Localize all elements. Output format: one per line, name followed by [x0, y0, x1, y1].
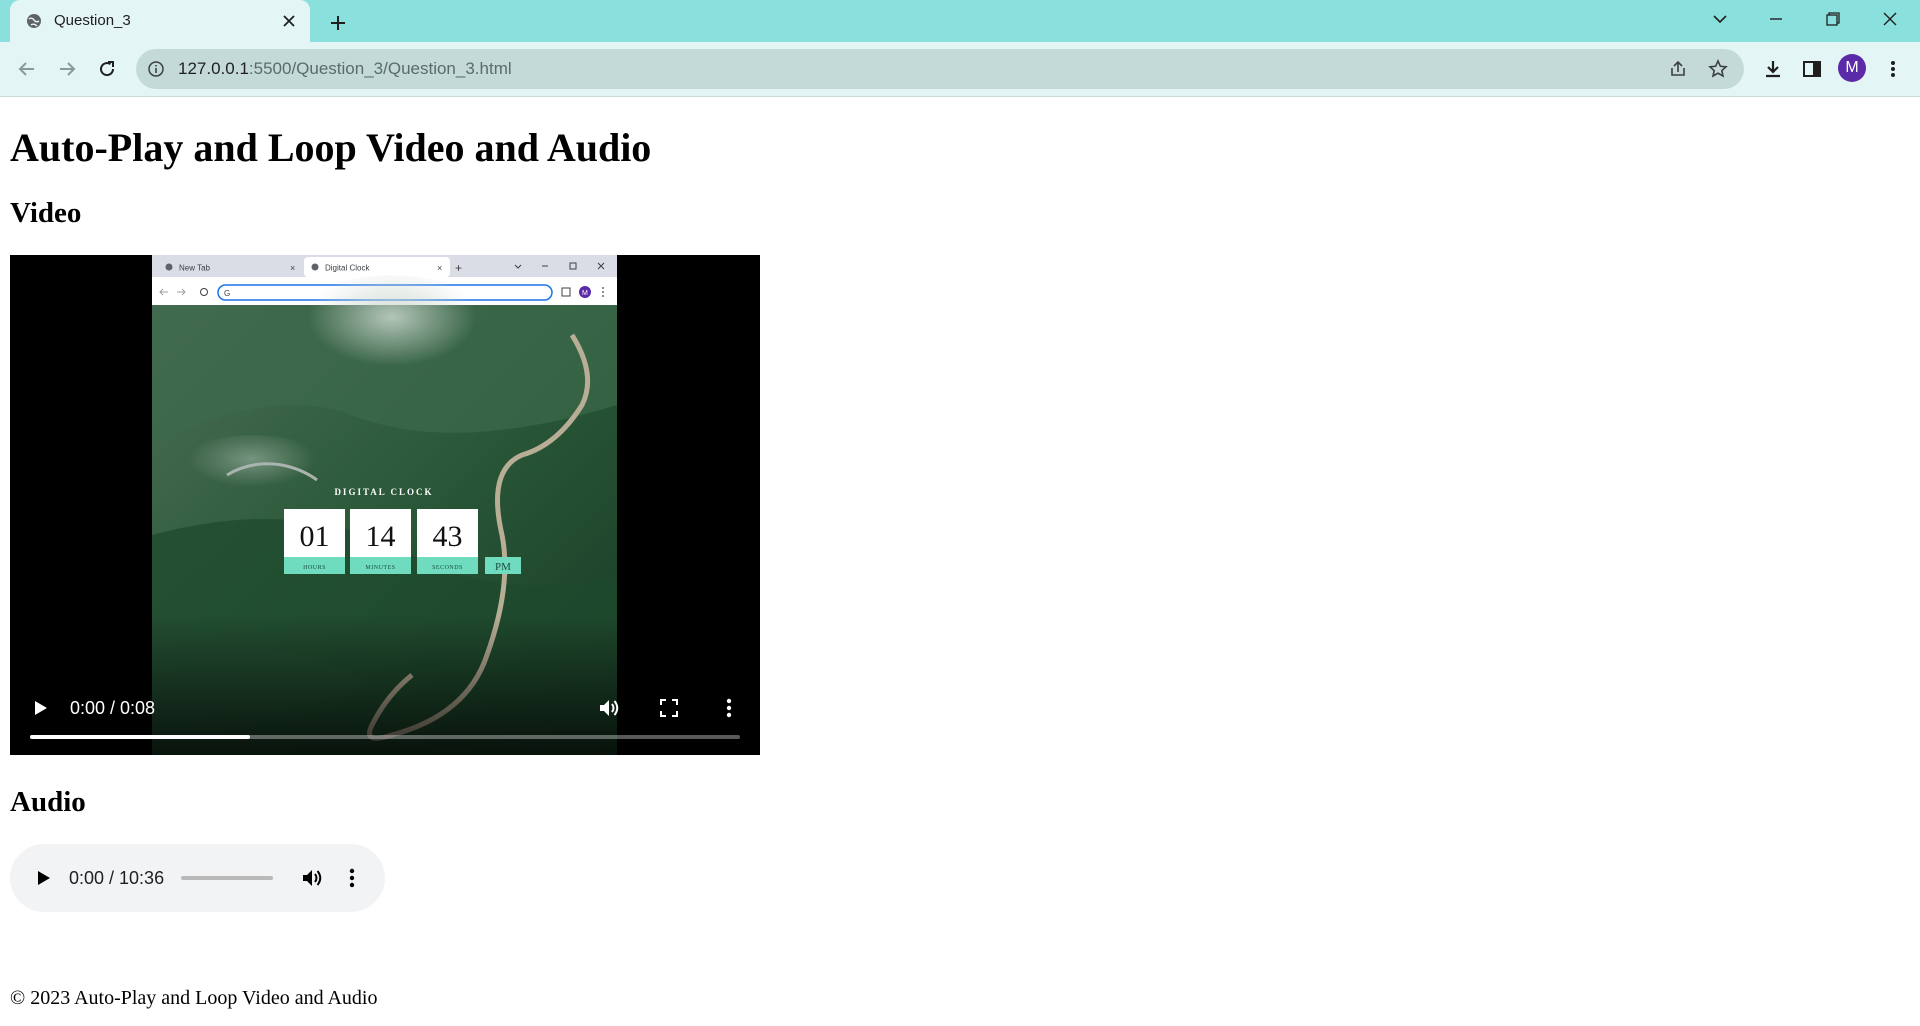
page-title: Auto-Play and Loop Video and Audio: [10, 125, 652, 170]
page-content: Auto-Play and Loop Video and Audio Video: [0, 97, 1920, 1026]
side-panel-icon: [1803, 61, 1821, 77]
frame-tab1: New Tab: [179, 264, 211, 273]
forward-button[interactable]: [52, 54, 82, 84]
address-bar[interactable]: 127.0.0.1:5500/Question_3/Question_3.htm…: [136, 49, 1744, 89]
fullscreen-icon: [660, 699, 678, 717]
restore-icon: [1826, 12, 1840, 26]
close-window-button[interactable]: [1862, 0, 1918, 38]
tab-strip: Question_3: [0, 0, 1920, 42]
close-icon: [1883, 12, 1897, 26]
volume-icon: [303, 870, 322, 886]
download-icon: [1766, 61, 1780, 78]
svg-text:×: ×: [290, 263, 295, 273]
video-mute-button[interactable]: [594, 693, 624, 723]
chevron-down-icon: [1713, 15, 1727, 24]
audio-mute-button[interactable]: [297, 863, 327, 893]
url-text[interactable]: 127.0.0.1:5500/Question_3/Question_3.htm…: [178, 59, 512, 79]
video-play-button[interactable]: [26, 693, 56, 723]
play-icon: [35, 701, 47, 715]
frame-minutes-label: MINUTES: [365, 565, 395, 571]
browser-toolbar: 127.0.0.1:5500/Question_3/Question_3.htm…: [0, 42, 1920, 97]
play-icon: [38, 871, 50, 885]
video-player[interactable]: New Tab × Digital Clock × + G M DIGITAL …: [10, 255, 760, 755]
profile-avatar[interactable]: M: [1838, 54, 1866, 82]
video-controls-shade: [10, 615, 760, 755]
frame-tab2: Digital Clock: [325, 264, 370, 273]
audio-more-button[interactable]: [337, 863, 367, 893]
info-icon[interactable]: [148, 61, 164, 77]
downloads-button[interactable]: [1758, 54, 1788, 84]
more-vert-icon: [349, 868, 355, 888]
browser-tab[interactable]: Question_3: [10, 0, 310, 42]
tab-search-button[interactable]: [1692, 0, 1748, 38]
share-icon[interactable]: [1666, 57, 1690, 81]
more-vert-icon: [1891, 61, 1895, 77]
svg-text:+: +: [455, 261, 462, 275]
minimize-icon: [1770, 18, 1782, 20]
svg-text:G: G: [224, 289, 230, 298]
tab-title: Question_3: [54, 12, 131, 29]
browser-menu-button[interactable]: [1878, 54, 1908, 84]
frame-clock-title: DIGITAL CLOCK: [334, 487, 433, 497]
minimize-button[interactable]: [1748, 0, 1804, 38]
frame-ampm: PM: [495, 561, 511, 573]
video-more-button[interactable]: [714, 693, 744, 723]
audio-heading: Audio: [10, 786, 86, 818]
globe-icon: [27, 14, 41, 28]
back-button[interactable]: [12, 54, 42, 84]
side-panel-button[interactable]: [1797, 54, 1827, 84]
video-progress-bar[interactable]: [30, 735, 740, 739]
frame-minutes: 14: [366, 520, 396, 553]
forward-arrow-icon: [60, 62, 76, 76]
video-time: 0:00 / 0:08: [70, 698, 156, 718]
close-tab-icon[interactable]: [278, 10, 300, 32]
reload-button[interactable]: [92, 54, 122, 84]
svg-text:×: ×: [437, 263, 442, 273]
audio-progress-bar[interactable]: [181, 876, 273, 880]
back-arrow-icon: [18, 62, 34, 76]
frame-hours-label: HOURS: [303, 565, 326, 571]
frame-seconds-label: SECONDS: [432, 565, 463, 571]
audio-time: 0:00 / 10:36: [69, 868, 165, 888]
frame-hours: 01: [300, 520, 330, 553]
more-vert-icon: [726, 698, 732, 718]
audio-play-button[interactable]: [29, 863, 59, 893]
volume-icon: [600, 700, 619, 716]
new-tab-button[interactable]: [324, 9, 352, 37]
plus-icon: [331, 16, 345, 30]
bookmark-star-icon[interactable]: [1706, 57, 1730, 81]
frame-seconds: 43: [433, 520, 463, 553]
video-fullscreen-button[interactable]: [654, 693, 684, 723]
reload-icon: [100, 61, 115, 77]
frame-avatar: M: [582, 290, 588, 297]
video-heading: Video: [10, 197, 82, 229]
restore-button[interactable]: [1805, 0, 1861, 38]
page-footer: © 2023 Auto-Play and Loop Video and Audi…: [10, 987, 378, 1009]
video-progress-fill: [30, 735, 251, 739]
audio-player[interactable]: 0:00 / 10:36: [10, 844, 385, 912]
